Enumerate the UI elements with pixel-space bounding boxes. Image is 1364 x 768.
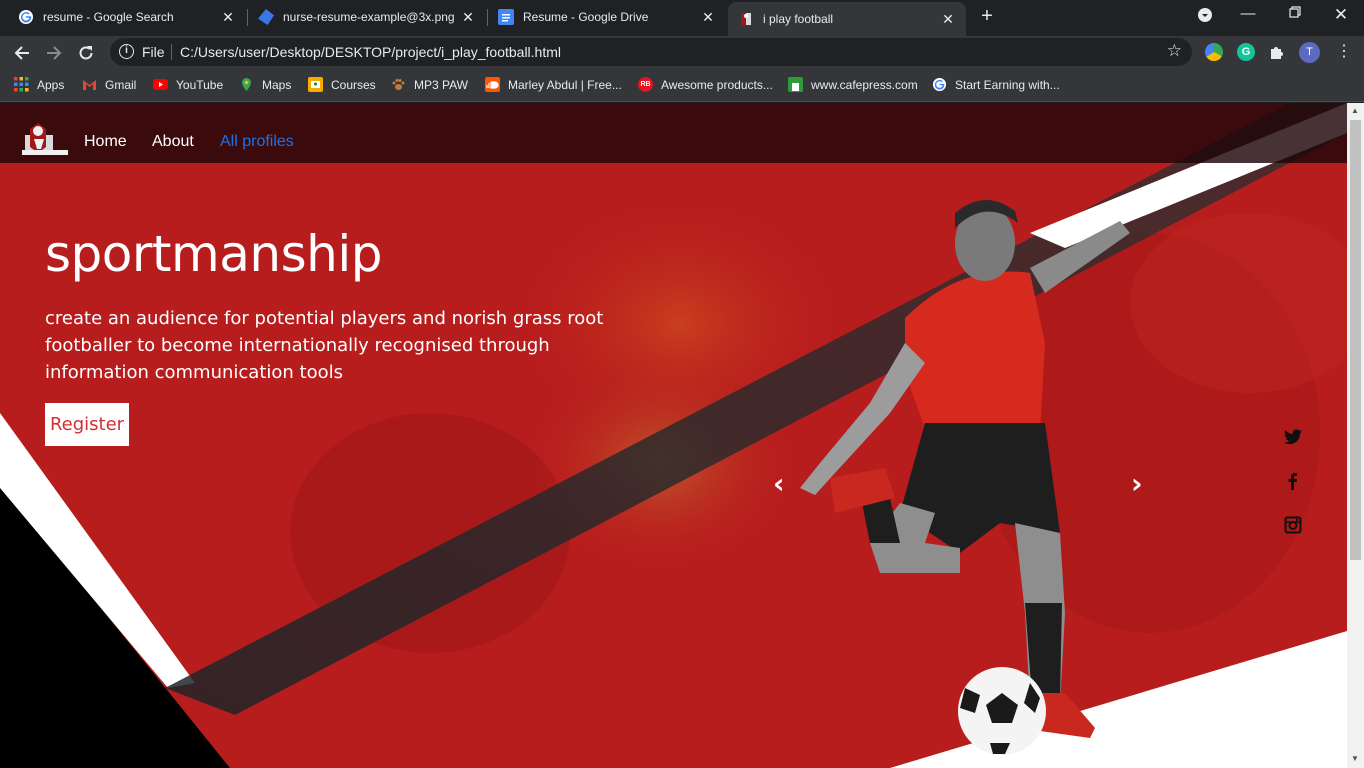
bookmark-awesome-products[interactable]: RB Awesome products... xyxy=(638,77,773,92)
nav-link-all-profiles[interactable]: All profiles xyxy=(220,133,294,151)
facebook-icon[interactable] xyxy=(1284,472,1302,490)
register-button[interactable]: Register xyxy=(45,403,129,446)
paw-icon xyxy=(391,77,406,92)
redbubble-icon: RB xyxy=(638,77,653,92)
bookmark-courses[interactable]: Courses xyxy=(308,77,376,92)
site-favicon-icon xyxy=(738,11,754,27)
tab-title: resume - Google Search xyxy=(43,10,174,24)
bookmark-label: www.cafepress.com xyxy=(811,77,918,92)
image-file-icon xyxy=(258,9,274,25)
gmail-icon xyxy=(82,77,97,92)
close-tab-icon[interactable]: ✕ xyxy=(460,9,476,26)
scroll-up-arrow-icon[interactable]: ▲ xyxy=(1351,106,1359,115)
cafepress-icon xyxy=(788,77,803,92)
bookmark-label: Start Earning with... xyxy=(955,77,1060,92)
address-bar[interactable]: i File C:/Users/user/Desktop/DESKTOP/pro… xyxy=(110,38,1192,66)
hero-headline: sportmanship xyxy=(45,225,382,283)
close-tab-icon[interactable]: ✕ xyxy=(940,11,956,28)
tab-google-drive[interactable]: Resume - Google Drive ✕ xyxy=(488,0,726,34)
twitter-icon[interactable] xyxy=(1284,429,1302,447)
site-navbar: Home About All profiles xyxy=(0,103,1347,163)
browser-toolbar: i File C:/Users/user/Desktop/DESKTOP/pro… xyxy=(0,36,1364,69)
bookmark-cafepress[interactable]: www.cafepress.com xyxy=(788,77,918,92)
extensions-puzzle-icon[interactable] xyxy=(1268,43,1286,61)
page-scrollbar[interactable]: ▲ ▼ xyxy=(1347,103,1364,768)
bookmark-label: Marley Abdul | Free... xyxy=(508,77,622,92)
bookmark-star-icon[interactable]: ☆ xyxy=(1167,41,1182,61)
courses-icon xyxy=(308,77,323,92)
tab-google-search[interactable]: resume - Google Search ✕ xyxy=(8,0,246,34)
maps-icon xyxy=(239,77,254,92)
scroll-down-arrow-icon[interactable]: ▼ xyxy=(1351,754,1359,763)
address-scheme: File xyxy=(142,44,165,60)
bookmark-label: YouTube xyxy=(176,77,224,92)
bookmark-apps[interactable]: Apps xyxy=(14,77,64,92)
tab-nurse-resume[interactable]: nurse-resume-example@3x.png ✕ xyxy=(248,0,486,34)
nav-link-home[interactable]: Home xyxy=(84,133,127,151)
google-icon xyxy=(932,77,947,92)
restore-window-button[interactable] xyxy=(1285,5,1305,22)
bookmark-label: MP3 PAW xyxy=(414,77,469,92)
tab-title: i play football xyxy=(763,12,834,26)
profile-avatar[interactable]: T xyxy=(1299,42,1320,63)
minimize-window-button[interactable]: — xyxy=(1238,5,1258,22)
tab-title: Resume - Google Drive xyxy=(523,10,649,24)
hero-background xyxy=(0,103,1347,768)
bookmark-label: Awesome products... xyxy=(661,77,773,92)
tab-search-button[interactable] xyxy=(1195,7,1215,27)
bookmark-gmail[interactable]: Gmail xyxy=(82,77,136,92)
bookmark-label: Gmail xyxy=(105,77,137,92)
carousel-prev-button[interactable]: ‹ xyxy=(773,467,785,500)
browser-menu-icon[interactable]: ⋮ xyxy=(1336,41,1352,61)
address-divider xyxy=(171,44,172,60)
grammarly-icon[interactable]: G xyxy=(1237,43,1255,61)
tab-title: nurse-resume-example@3x.png xyxy=(283,10,454,24)
bookmark-marley-abdul[interactable]: Marley Abdul | Free... xyxy=(485,77,622,92)
close-tab-icon[interactable]: ✕ xyxy=(220,9,236,26)
google-icon xyxy=(18,9,34,25)
bookmark-label: Maps xyxy=(262,77,292,92)
bookmark-start-earning[interactable]: Start Earning with... xyxy=(932,77,1060,92)
tab-i-play-football[interactable]: i play football ✕ xyxy=(728,2,966,36)
address-url[interactable]: C:/Users/user/Desktop/DESKTOP/project/i_… xyxy=(180,44,561,60)
close-window-button[interactable]: ✕ xyxy=(1331,5,1351,25)
page-viewport: Home About All profiles sportmanship cre… xyxy=(0,103,1347,768)
bookmarks-bar: Apps Gmail YouTube Maps Courses MP3 PAW xyxy=(0,69,1364,102)
instagram-icon[interactable] xyxy=(1284,516,1302,534)
close-tab-icon[interactable]: ✕ xyxy=(700,9,716,26)
bookmark-mp3-paw[interactable]: MP3 PAW xyxy=(391,77,468,92)
youtube-icon xyxy=(153,77,168,92)
bookmark-label: Apps xyxy=(37,77,65,92)
nav-link-about[interactable]: About xyxy=(152,133,194,151)
bookmark-maps[interactable]: Maps xyxy=(239,77,291,92)
carousel-next-button[interactable]: › xyxy=(1131,467,1143,500)
new-tab-button[interactable]: + xyxy=(977,6,997,28)
reload-button[interactable] xyxy=(74,41,98,65)
forward-button[interactable] xyxy=(42,41,66,65)
apps-grid-icon xyxy=(14,77,29,92)
scrollbar-thumb[interactable] xyxy=(1350,120,1361,560)
back-button[interactable] xyxy=(10,41,34,65)
hero-tagline: create an audience for potential players… xyxy=(45,308,604,383)
bookmark-label: Courses xyxy=(331,77,376,92)
soundcloud-icon xyxy=(485,77,500,92)
extension-icon[interactable] xyxy=(1205,43,1223,61)
bookmark-youtube[interactable]: YouTube xyxy=(153,77,223,92)
site-logo[interactable] xyxy=(20,121,70,161)
browser-tab-strip: resume - Google Search ✕ nurse-resume-ex… xyxy=(0,0,1364,36)
site-info-icon[interactable]: i xyxy=(119,44,134,59)
google-docs-icon xyxy=(498,9,514,25)
